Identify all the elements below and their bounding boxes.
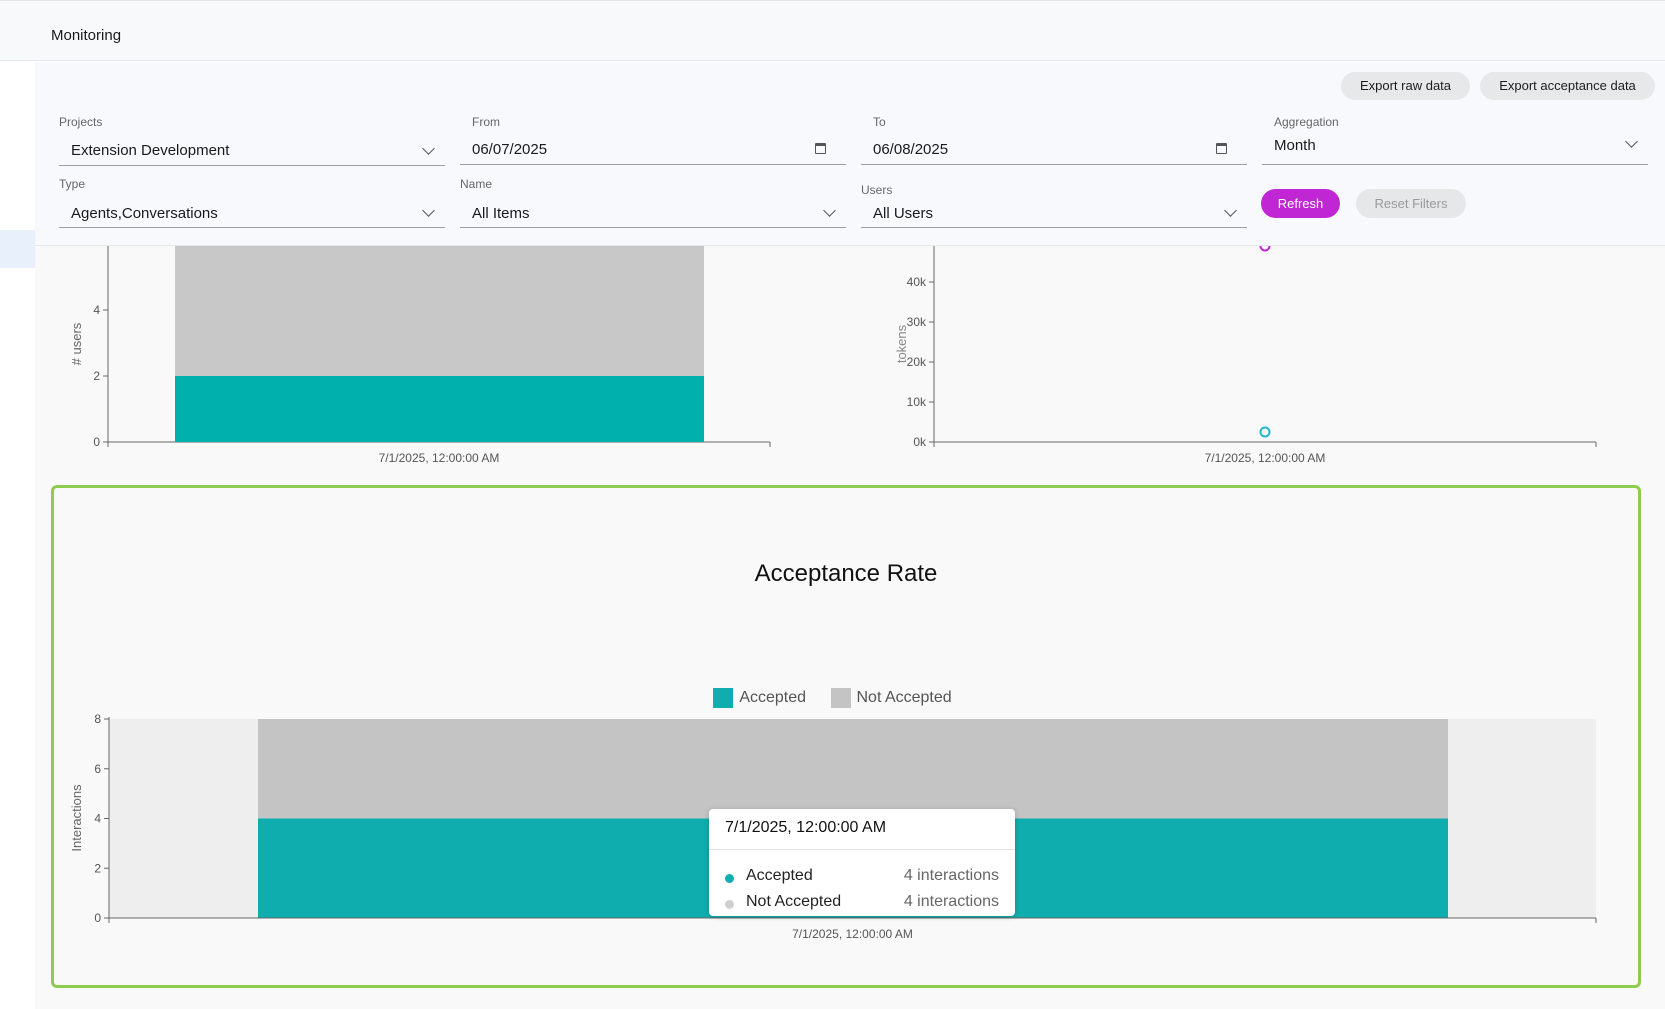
y-axis-label: # users [69,322,84,365]
to-label: To [873,115,886,129]
type-underline [59,227,445,228]
calendar-icon[interactable] [1216,143,1227,154]
users-underline [861,227,1247,228]
export-raw-button[interactable]: Export raw data [1341,72,1470,100]
aggregation-underline [1262,164,1648,165]
chevron-down-icon [1625,135,1638,148]
export-acceptance-button[interactable]: Export acceptance data [1480,72,1655,100]
x-tick-label: 7/1/2025, 12:00:00 AM [1205,451,1326,465]
chevron-down-icon [823,204,836,217]
legend-item-accepted[interactable]: Accepted [713,688,806,708]
to-underline [861,164,1247,165]
projects-select[interactable]: Projects Extension Development [59,115,445,179]
users-select[interactable]: Users All Users [861,177,1247,241]
legend-label-not-accepted: Not Accepted [856,689,952,706]
type-select[interactable]: Type Agents,Conversations [59,177,445,241]
y-tick-label: 0 [93,435,100,449]
tooltip-title: 7/1/2025, 12:00:00 AM [725,819,887,836]
tokens-chart-plot: 0k 10k 20k 30k 40k tokens 7/1/2025, 12:00:00 A… [894,238,1597,465]
from-underline [460,164,846,165]
chart-title: Acceptance Rate [754,560,938,587]
to-date-field[interactable]: To 06/08/2025 [861,115,1247,179]
tooltip-name: Accepted [746,867,813,884]
filter-panel: Export raw data Export acceptance data P… [35,62,1665,246]
y-tick-label: 40k [907,275,927,289]
y-axis-label: tokens [894,324,909,363]
projects-value: Extension Development [71,142,230,159]
projects-label: Projects [59,115,103,129]
tooltip-row-accepted: Accepted 4 interactions [725,867,999,889]
legend-item-not-accepted[interactable]: Not Accepted [830,688,952,708]
y-tick-label: 2 [93,369,100,383]
name-label: Name [460,177,493,191]
chevron-down-icon [422,142,435,155]
aggregation-label: Aggregation [1274,115,1339,129]
from-label: From [472,115,500,129]
name-value: All Items [472,205,530,222]
legend-label-accepted: Accepted [739,689,807,706]
y-tick-label: 20k [907,355,927,369]
bar-segment-users-secondary [175,244,704,376]
name-select[interactable]: Name All Items [460,177,846,241]
type-value: Agents,Conversations [71,205,218,222]
dot-icon [725,900,734,909]
monitoring-page: Monitoring 0 2 4 # users 7/1/2025, 12:00:00 … [0,0,1665,1009]
y-tick-label: 10k [907,395,927,409]
tooltip-value: 4 interactions [903,893,999,910]
users-value: All Users [873,205,934,222]
bar-segment-users-primary [175,376,704,442]
refresh-button[interactable]: Refresh [1261,189,1340,218]
legend-swatch-not-accepted [830,688,851,708]
legend-swatch-accepted [713,688,734,708]
users-chart-plot: 0 2 4 # users 7/1/2025, 12:00:00 AM [69,240,771,465]
chart-tooltip: 7/1/2025, 12:00:00 AM Accepted 4 interac… [709,809,1015,916]
aggregation-value: Month [1274,137,1316,154]
x-tick-label: 7/1/2025, 12:00:00 AM [379,451,500,465]
from-date-field[interactable]: From 06/07/2025 [460,115,846,179]
tooltip-divider [709,849,1015,850]
reset-filters-button[interactable]: Reset Filters [1356,189,1466,218]
dot-icon [725,874,734,883]
calendar-icon[interactable] [815,143,826,154]
name-underline [460,227,846,228]
from-value: 06/07/2025 [472,141,548,158]
y-tick-label: 0k [913,435,927,449]
users-label: Users [861,183,893,197]
tooltip-value: 4 interactions [903,867,999,884]
chevron-down-icon [422,204,435,217]
tooltip-name: Not Accepted [746,893,842,910]
chart-legend: Accepted Not Accepted [0,688,1665,713]
projects-underline [59,165,445,166]
chevron-down-icon [1224,204,1237,217]
y-tick-label: 4 [93,303,100,317]
tooltip-row-not-accepted: Not Accepted 4 interactions [725,893,999,915]
type-label: Type [59,177,86,191]
y-tick-label: 30k [907,315,927,329]
scatter-point-cyan [1259,426,1271,438]
to-value: 06/08/2025 [873,141,949,158]
aggregation-select[interactable]: Aggregation Month [1262,115,1648,179]
